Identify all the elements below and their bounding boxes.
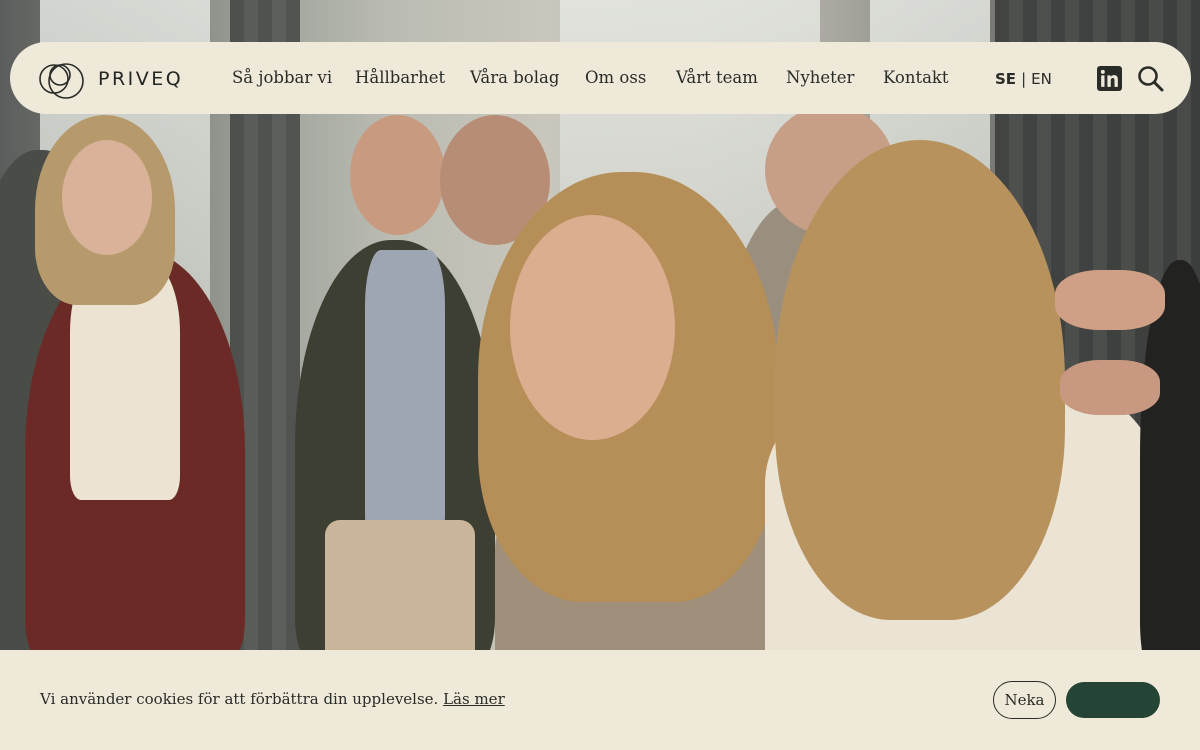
language-se[interactable]: SE	[995, 70, 1016, 88]
linkedin-icon[interactable]	[1097, 66, 1122, 95]
person-hair	[775, 140, 1065, 620]
cookie-accept-button[interactable]: Acceptera	[1066, 682, 1160, 718]
person-hand	[1060, 360, 1160, 415]
nav-item-om-oss[interactable]: Om oss	[585, 68, 646, 87]
search-icon[interactable]	[1137, 65, 1165, 97]
language-en[interactable]: EN	[1031, 70, 1052, 88]
person-head	[350, 115, 445, 235]
cookie-read-more-link[interactable]: Läs mer	[443, 690, 505, 708]
cookie-message: Vi använder cookies för att förbättra di…	[40, 690, 439, 708]
nav-item-vara-bolag[interactable]: Våra bolag	[470, 68, 559, 87]
person-figure	[325, 520, 475, 650]
language-separator: |	[1021, 70, 1027, 88]
person-head	[62, 140, 152, 255]
site-header: PRIVEQ Så jobbar vi Hållbarhet Våra bola…	[10, 42, 1191, 114]
person-figure	[365, 250, 445, 530]
nav-item-hallbarhet[interactable]: Hållbarhet	[355, 68, 445, 87]
cookie-banner: Vi använder cookies för att förbättra di…	[0, 650, 1200, 750]
language-switcher: SE | EN	[995, 70, 1052, 88]
nav-item-vart-team[interactable]: Vårt team	[676, 68, 758, 87]
cookie-decline-button[interactable]: Neka	[993, 681, 1056, 719]
person-head	[510, 215, 675, 440]
nav-item-sa-jobbar-vi[interactable]: Så jobbar vi	[232, 68, 332, 87]
cookie-message-row: Vi använder cookies för att förbättra di…	[40, 690, 505, 708]
nav-item-kontakt[interactable]: Kontakt	[883, 68, 949, 87]
nav-item-nyheter[interactable]: Nyheter	[786, 68, 854, 87]
person-hand	[1055, 270, 1165, 330]
